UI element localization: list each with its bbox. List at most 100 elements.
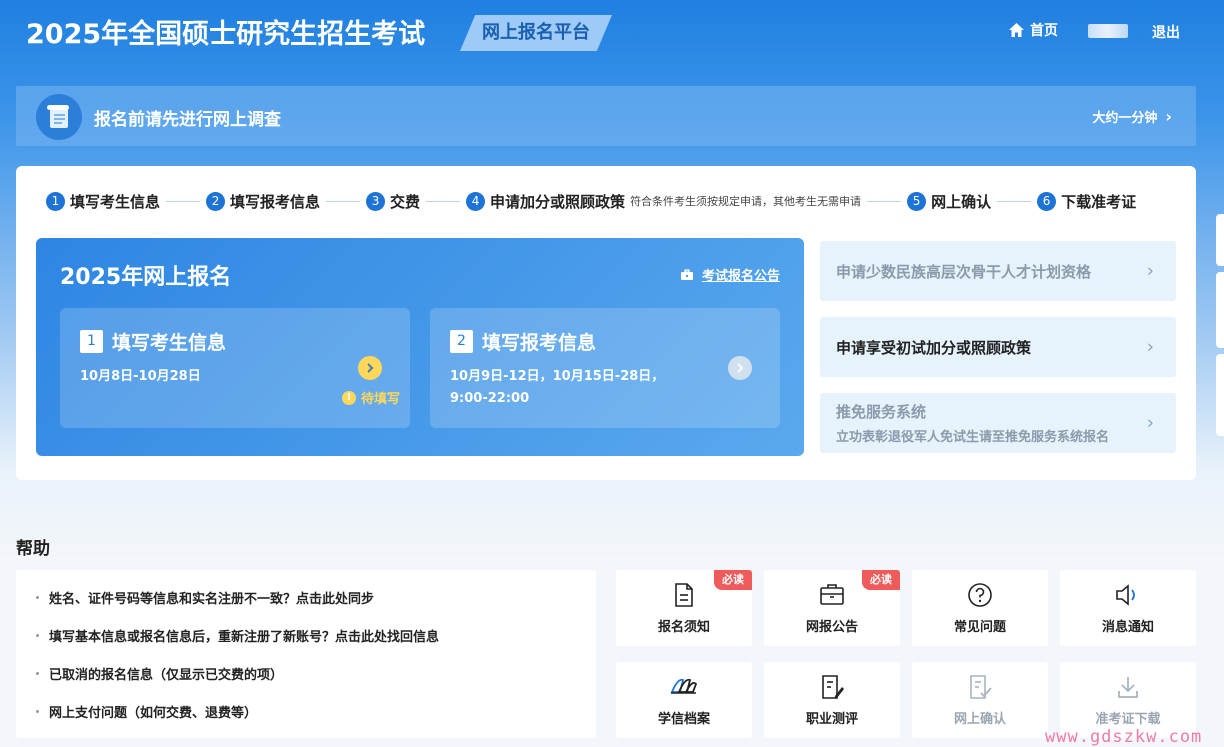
tile-registration-guide[interactable]: 必读 报名须知 [616,570,752,646]
step-label: 申请加分或照顾政策 [490,192,626,211]
user-name-redacted[interactable] [1088,24,1128,38]
logout-link[interactable]: 退出 [1152,22,1180,42]
step-divider [426,200,461,202]
header: 2025年全国硕士研究生招生考试 网上报名平台 首页 退出 [0,0,1224,64]
side-float-tab[interactable] [1216,214,1224,266]
step-5: 5 网上确认 [907,191,991,212]
briefcase-icon [820,584,844,605]
step-number: 2 [206,191,226,211]
book-icon [670,678,698,694]
tile-label: 职业测评 [805,712,858,727]
step-number: 3 [366,191,386,211]
step-label: 下载准考证 [1061,192,1137,211]
fill-application-info-card[interactable]: 2 填写报考信息 10月9日-12日，10月15日-28日，9:00-22:00 [430,308,780,428]
tile-online-confirmation[interactable]: 网上确认 [912,662,1048,738]
recommendation-system-option[interactable]: 推免服务系统 立功表彰退役军人免试生请至推免服务系统报名 › [820,393,1176,453]
go-button[interactable] [728,356,752,380]
minority-program-option[interactable]: 申请少数民族高层次骨干人才计划资格 › [820,241,1176,301]
step-number: 6 [1037,191,1057,211]
card-date: 10月9日-12日，10月15日-28日，9:00-22:00 [450,369,665,406]
question-icon [968,583,992,607]
tile-label: 报名须知 [657,620,710,635]
card-number: 2 [450,330,473,353]
exam-notice-label: 考试报名公告 [701,269,780,284]
help-item-label: 网上支付问题（如何交费、退费等） [49,706,258,721]
alert-icon: ! [341,390,356,405]
side-float-tab[interactable] [1216,354,1224,436]
home-icon [1009,23,1024,37]
step-note: 符合条件考生须按规定申请，其他考生无需申请 [630,195,862,208]
step-3: 3 交费 [366,191,420,212]
step-4: 4 申请加分或照顾政策 符合条件考生须按规定申请，其他考生无需申请 [466,191,861,212]
step-number: 5 [907,191,927,211]
tile-chsi-profile[interactable]: 学信档案 [616,662,752,738]
help-item[interactable]: 填写基本信息或报名信息后，重新注册了新账号？点击此处找回信息 [36,626,439,645]
tile-faq[interactable]: 常见问题 [912,570,1048,646]
tile-career-assessment[interactable]: 职业测评 [764,662,900,738]
side-float-tab[interactable] [1216,272,1224,348]
chevron-right-icon: › [1146,336,1154,358]
fill-candidate-info-card[interactable]: 1 填写考生信息 10月8日-10月28日 ! 待填写 [60,308,410,428]
tile-label: 网上确认 [953,712,1006,727]
main-card: 1 填写考生信息 2 填写报考信息 3 交费 4 申请加分或照顾政策 符合条件考… [16,166,1196,480]
card-title: 填写考生信息 [112,332,227,354]
tile-online-announcement[interactable]: 必读 网报公告 [764,570,900,646]
chevron-right-icon [737,363,744,373]
step-label: 填写报考信息 [230,192,321,211]
help-item[interactable]: 网上支付问题（如何交费、退费等） [36,702,257,721]
tile-label: 准考证下载 [1095,712,1161,727]
platform-badge: 网上报名平台 [460,15,612,51]
go-button[interactable] [358,356,382,380]
watermark: www.gdszkw.com [1045,727,1203,747]
help-list: 姓名、证件号码等信息和实名注册不一致？点击此处同步 填写基本信息或报名信息后，重… [16,570,596,738]
step-divider [867,200,902,202]
chevron-right-icon: › [1146,260,1154,282]
step-2: 2 填写报考信息 [206,191,320,212]
option-label: 申请享受初试加分或照顾政策 [836,339,1032,357]
status-badge: ! 待填写 [341,388,400,407]
chevron-right-icon: › [1165,107,1172,126]
edit-document-icon [822,675,844,699]
help-item-label: 已取消的报名信息（仅显示已交费的项） [49,668,284,683]
help-item-label: 姓名、证件号码等信息和实名注册不一致？点击此处同步 [49,592,375,607]
step-number: 4 [466,191,486,211]
registration-panel: 2025年网上报名 考试报名公告 1 填写考生信息 10月8日-10月28日 !… [36,238,804,456]
status-label: 待填写 [360,392,400,407]
bonus-policy-option[interactable]: 申请享受初试加分或照顾政策 › [820,317,1176,377]
card-number: 1 [80,330,103,353]
step-divider [997,200,1032,202]
survey-text: 报名前请先进行网上调查 [94,110,281,130]
home-link[interactable]: 首页 [1008,20,1058,40]
tile-label: 常见问题 [953,620,1006,635]
platform-label: 网上报名平台 [482,22,590,43]
document-icon [675,583,693,607]
help-item-label: 填写基本信息或报名信息后，重新注册了新账号？点击此处找回信息 [49,630,440,645]
tile-label: 学信档案 [657,712,710,727]
step-label: 网上确认 [931,192,992,211]
step-divider [326,200,361,202]
exam-notice-link[interactable]: 考试报名公告 [680,265,780,284]
help-item[interactable]: 已取消的报名信息（仅显示已交费的项） [36,664,283,683]
card-title: 填写报考信息 [482,332,597,354]
step-divider [166,200,201,202]
check-document-icon [970,675,992,699]
speaker-icon [1116,584,1135,606]
chevron-right-icon: › [1146,412,1154,434]
site-title: 2025年全国硕士研究生招生考试 [26,19,426,50]
step-1: 1 填写考生信息 [46,191,160,212]
step-label: 填写考生信息 [70,192,161,211]
tile-notifications[interactable]: 消息通知 [1060,570,1196,646]
step-label: 交费 [390,192,421,211]
step-progress: 1 填写考生信息 2 填写报考信息 3 交费 4 申请加分或照顾政策 符合条件考… [46,190,1136,212]
step-6: 6 下载准考证 [1037,191,1136,212]
option-label: 申请少数民族高层次骨干人才计划资格 [836,263,1092,281]
step-number: 1 [46,191,65,211]
survey-time[interactable]: 大约一分钟 › [1092,107,1172,126]
option-sublabel: 立功表彰退役军人免试生请至推免服务系统报名 [836,430,1110,445]
option-label: 推免服务系统 [836,403,927,421]
help-item[interactable]: 姓名、证件号码等信息和实名注册不一致？点击此处同步 [36,588,374,607]
chevron-right-icon [367,363,374,373]
briefcase-icon [680,268,693,280]
help-heading: 帮助 [16,539,50,559]
survey-banner[interactable]: 报名前请先进行网上调查 大约一分钟 › [16,86,1196,146]
